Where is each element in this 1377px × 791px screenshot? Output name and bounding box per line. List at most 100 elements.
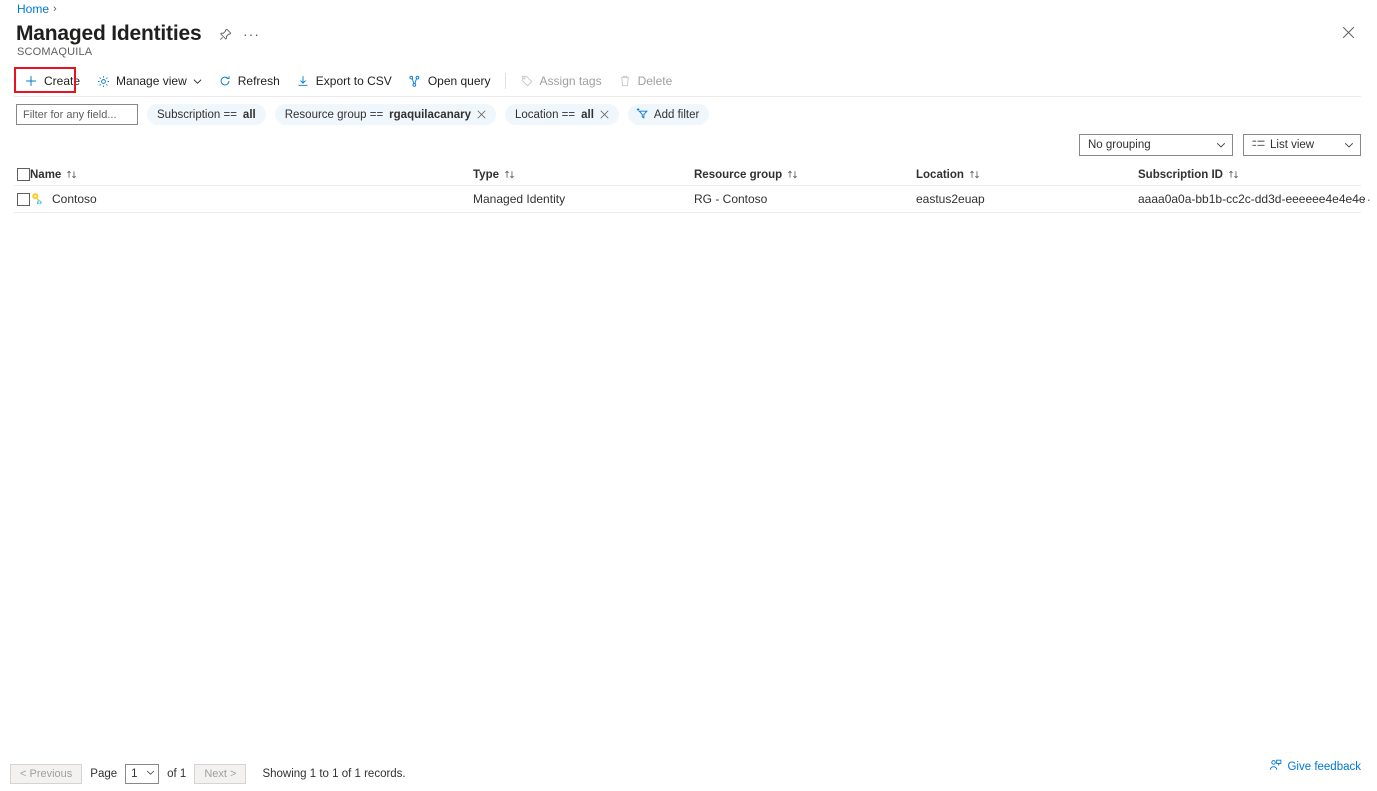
page-number-value: 1 xyxy=(131,768,137,780)
remove-filter-location-icon[interactable] xyxy=(600,110,609,119)
row-checkbox-cell xyxy=(0,193,30,206)
records-summary: Showing 1 to 1 of 1 records. xyxy=(262,768,405,780)
manage-view-label: Manage view xyxy=(116,74,187,88)
command-bar-divider xyxy=(14,96,1361,97)
page-title: Managed Identities xyxy=(16,20,201,48)
download-icon xyxy=(296,74,310,88)
view-controls: No grouping List view xyxy=(1079,134,1361,156)
filter-bar: Subscription == all Resource group == rg… xyxy=(16,104,709,125)
page-label: Page xyxy=(90,768,117,780)
column-header-subscription-id[interactable]: Subscription ID xyxy=(1138,169,1368,181)
select-all-checkbox[interactable] xyxy=(17,168,30,181)
pin-icon[interactable] xyxy=(212,21,238,47)
trash-icon xyxy=(618,74,632,88)
column-header-location-label: Location xyxy=(916,169,964,181)
remove-filter-resource-group-icon[interactable] xyxy=(477,110,486,119)
assign-tags-button[interactable]: Assign tags xyxy=(512,69,610,93)
cell-resource-group: RG - Contoso xyxy=(694,192,916,206)
give-feedback-link[interactable]: Give feedback xyxy=(1269,759,1361,775)
table-header-row: Name Type Resource group xyxy=(0,164,1377,185)
cell-name-link[interactable]: Contoso xyxy=(52,192,97,206)
resources-table: Name Type Resource group xyxy=(0,164,1377,212)
create-label: Create xyxy=(44,74,80,88)
add-filter-button[interactable]: Add filter xyxy=(628,104,709,125)
column-header-type[interactable]: Type xyxy=(473,169,694,181)
select-all-checkbox-cell xyxy=(0,168,30,181)
refresh-icon xyxy=(218,74,232,88)
row-checkbox[interactable] xyxy=(17,193,30,206)
managed-identity-key-icon xyxy=(30,192,45,207)
search-input[interactable] xyxy=(16,104,138,125)
breadcrumb: Home › xyxy=(17,2,57,16)
create-button[interactable]: Create xyxy=(16,69,88,93)
sort-icon xyxy=(504,169,515,180)
grouping-value: No grouping xyxy=(1088,139,1151,151)
give-feedback-label: Give feedback xyxy=(1287,761,1361,773)
export-csv-label: Export to CSV xyxy=(316,74,392,88)
close-icon[interactable] xyxy=(1337,21,1359,43)
column-header-resource-group[interactable]: Resource group xyxy=(694,169,916,181)
chevron-down-icon xyxy=(193,77,202,86)
next-page-button[interactable]: Next > xyxy=(194,764,246,784)
sort-icon xyxy=(787,169,798,180)
open-query-button[interactable]: Open query xyxy=(400,69,499,93)
column-header-name[interactable]: Name xyxy=(30,169,473,181)
cell-location: eastus2euap xyxy=(916,192,1138,206)
cell-subscription-id: aaaa0a0a-bb1b-cc2c-dd3d-eeeeee4e4e4e xyxy=(1138,192,1368,206)
cell-name: Contoso xyxy=(30,192,473,207)
filter-pill-subscription-label: Subscription == xyxy=(157,109,237,121)
breadcrumb-separator: › xyxy=(53,2,57,16)
refresh-label: Refresh xyxy=(238,74,280,88)
delete-label: Delete xyxy=(638,74,673,88)
plus-icon xyxy=(24,74,38,88)
chevron-down-icon xyxy=(146,768,155,780)
delete-button[interactable]: Delete xyxy=(610,69,681,93)
feedback-person-icon xyxy=(1269,759,1282,775)
view-mode-value: List view xyxy=(1270,139,1314,151)
breadcrumb-home-link[interactable]: Home xyxy=(17,2,49,16)
pagination-bar: < Previous Page 1 of 1 Next > Showing 1 … xyxy=(0,757,1377,791)
previous-page-button[interactable]: < Previous xyxy=(10,764,82,784)
export-csv-button[interactable]: Export to CSV xyxy=(288,69,400,93)
title-row: Managed Identities ··· xyxy=(16,20,264,48)
toolbar-divider xyxy=(505,73,506,89)
filter-pill-location-label: Location == xyxy=(515,109,575,121)
refresh-button[interactable]: Refresh xyxy=(210,69,288,93)
filter-pill-resource-group-value: rgaquilacanary xyxy=(389,109,471,121)
filter-pill-location[interactable]: Location == all xyxy=(505,104,619,125)
command-bar: Create Manage view Refresh xyxy=(0,68,1377,94)
tag-icon xyxy=(520,74,534,88)
column-header-type-label: Type xyxy=(473,169,499,181)
row-context-menu-icon[interactable]: ··· xyxy=(1351,192,1377,207)
page-total-label: of 1 xyxy=(167,768,186,780)
assign-tags-label: Assign tags xyxy=(540,74,602,88)
view-mode-dropdown[interactable]: List view xyxy=(1243,134,1361,156)
sort-icon xyxy=(969,169,980,180)
list-view-icon xyxy=(1252,138,1265,152)
chevron-down-icon xyxy=(1344,140,1354,150)
filter-pill-resource-group-label: Resource group == xyxy=(285,109,383,121)
managed-identities-page: Home › Managed Identities ··· SCOMAQUILA… xyxy=(0,0,1377,791)
chevron-down-icon xyxy=(1216,140,1226,150)
column-header-subscription-id-label: Subscription ID xyxy=(1138,169,1223,181)
sort-icon xyxy=(1228,169,1239,180)
add-filter-label: Add filter xyxy=(654,109,699,121)
page-number-dropdown[interactable]: 1 xyxy=(125,764,159,784)
table-row-divider xyxy=(14,212,1361,213)
filter-pill-resource-group[interactable]: Resource group == rgaquilacanary xyxy=(275,104,496,125)
filter-pill-subscription[interactable]: Subscription == all xyxy=(147,104,266,125)
column-header-resource-group-label: Resource group xyxy=(694,169,782,181)
table-row[interactable]: Contoso Managed Identity RG - Contoso ea… xyxy=(0,186,1377,212)
sort-icon xyxy=(66,169,77,180)
grouping-dropdown[interactable]: No grouping xyxy=(1079,134,1233,156)
filter-pill-location-value: all xyxy=(581,109,594,121)
page-subtitle: SCOMAQUILA xyxy=(17,46,92,58)
cell-type: Managed Identity xyxy=(473,192,694,206)
query-graph-icon xyxy=(408,74,422,88)
column-header-location[interactable]: Location xyxy=(916,169,1138,181)
add-filter-icon xyxy=(636,107,649,123)
gear-icon xyxy=(96,74,110,88)
manage-view-button[interactable]: Manage view xyxy=(88,69,210,93)
column-header-name-label: Name xyxy=(30,169,61,181)
more-options-icon[interactable]: ··· xyxy=(238,21,264,47)
